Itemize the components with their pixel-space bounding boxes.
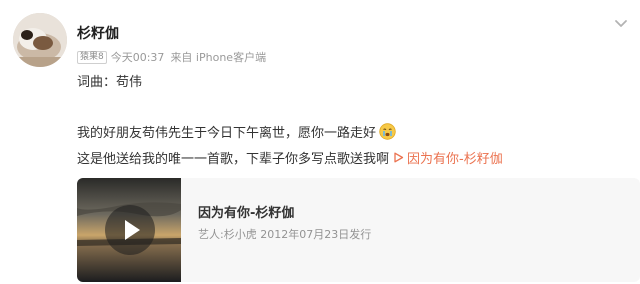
song-artist-release: 艺人:杉小虎 2012年07月23日发行 bbox=[198, 228, 372, 241]
post-text-line: 我的好朋友苟伟先生于今日下午离世，愿你一路走好 bbox=[77, 122, 396, 141]
album-cover[interactable] bbox=[77, 178, 181, 282]
member-badge: 猿果8 bbox=[77, 50, 107, 64]
post-source: 来自 iPhone客户端 bbox=[170, 51, 267, 64]
crying-face-icon bbox=[379, 123, 396, 140]
play-triangle-icon bbox=[394, 152, 404, 163]
music-link[interactable]: 因为有你-杉籽伽 bbox=[393, 148, 503, 167]
avatar[interactable] bbox=[13, 13, 67, 67]
avatar-image bbox=[13, 13, 67, 67]
post-text-line: 这是他送给我的唯一一首歌，下辈子你多写点歌送我啊 因为有你-杉籽伽 bbox=[77, 148, 503, 167]
post-timestamp[interactable]: 今天00:37 bbox=[111, 49, 165, 65]
post-line-tribute: 我的好朋友苟伟先生于今日下午离世，愿你一路走好 bbox=[77, 126, 377, 141]
post-line-dedication: 这是他送给我的唯一一首歌，下辈子你多写点歌送我啊 bbox=[77, 152, 390, 167]
music-card[interactable]: 因为有你-杉籽伽 艺人:杉小虎 2012年07月23日发行 bbox=[77, 178, 640, 282]
play-icon[interactable] bbox=[105, 205, 155, 255]
chevron-down-icon[interactable] bbox=[612, 14, 630, 32]
post-meta: 猿果8 今天00:37 来自 iPhone客户端 bbox=[77, 50, 266, 64]
post-line-credits: 词曲：苟伟 bbox=[77, 75, 143, 90]
post-text-line: 词曲：苟伟 bbox=[77, 71, 142, 90]
song-title[interactable]: 因为有你-杉籽伽 bbox=[198, 202, 294, 221]
music-link-label[interactable]: 因为有你-杉籽伽 bbox=[407, 148, 503, 167]
post-author[interactable]: 杉籽伽 bbox=[77, 23, 119, 43]
